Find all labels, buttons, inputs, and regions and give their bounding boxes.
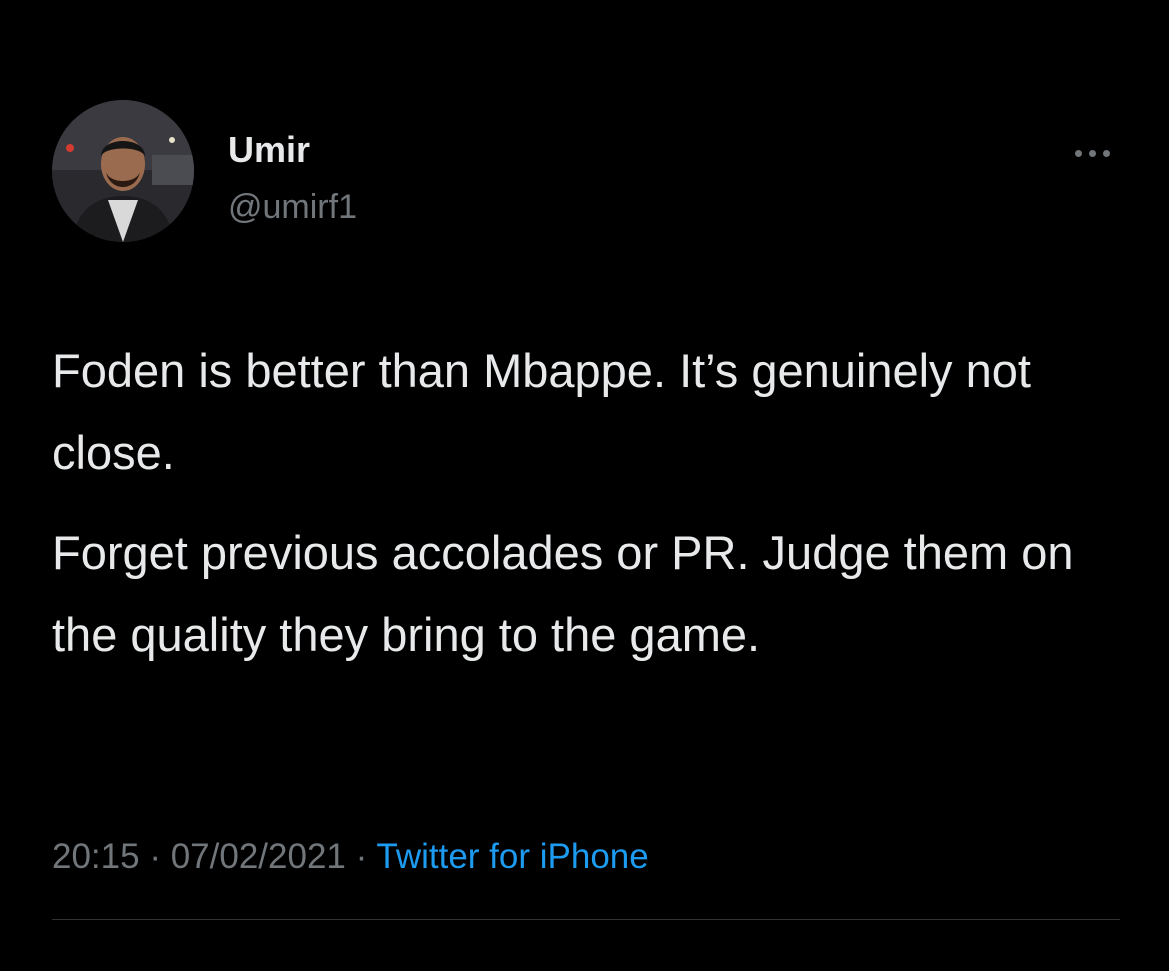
- tweet-text: Foden is better than Mbappe. It’s genuin…: [52, 330, 1132, 694]
- avatar-photo: [52, 100, 194, 242]
- display-name[interactable]: Umir: [228, 128, 310, 172]
- tweet-paragraph: Foden is better than Mbappe. It’s genuin…: [52, 344, 1031, 479]
- more-horizontal-icon-dot: [1088, 149, 1096, 157]
- divider: [52, 919, 1120, 920]
- avatar[interactable]: [52, 100, 194, 242]
- separator: ·: [355, 837, 368, 876]
- separator: ·: [149, 837, 161, 876]
- more-options-button[interactable]: [1064, 138, 1120, 168]
- more-horizontal-icon-dot: [1102, 149, 1110, 157]
- more-horizontal-icon: [1074, 149, 1082, 157]
- tweet-time[interactable]: 20:15: [52, 837, 140, 876]
- user-handle[interactable]: @umirf1: [228, 186, 357, 228]
- tweet-detail: Umir @umirf1 Foden is better than Mbappe…: [0, 0, 1169, 971]
- tweet-source-link[interactable]: Twitter for iPhone: [376, 837, 648, 876]
- tweet-metadata: 20:15 · 07/02/2021 · Twitter for iPhone: [52, 834, 649, 880]
- tweet-date[interactable]: 07/02/2021: [171, 837, 346, 876]
- tweet-paragraph: Forget previous accolades or PR. Judge t…: [52, 526, 1074, 661]
